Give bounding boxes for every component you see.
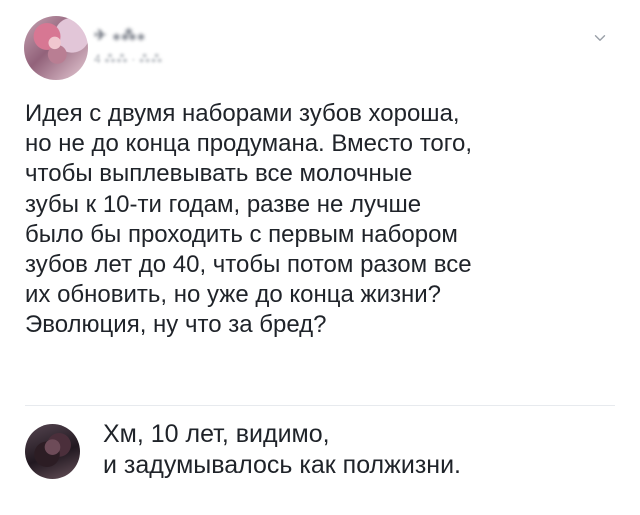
author-avatar[interactable] <box>24 16 88 80</box>
divider <box>25 405 615 406</box>
author-name[interactable]: ✈ ⁎⁂⁎ <box>94 26 146 44</box>
chevron-down-icon[interactable] <box>594 32 606 44</box>
reply-text: Хм, 10 лет, видимо, и задумывалось как п… <box>103 420 462 479</box>
post-body: Идея с двумя наборами зубов хороша, но н… <box>25 100 473 339</box>
reply-avatar[interactable] <box>25 424 80 479</box>
post-header: ✈ ⁎⁂⁎ 4 ⁂⁂ · ⁂⁂ <box>24 14 620 82</box>
post-meta: 4 ⁂⁂ · ⁂⁂ <box>94 52 163 66</box>
